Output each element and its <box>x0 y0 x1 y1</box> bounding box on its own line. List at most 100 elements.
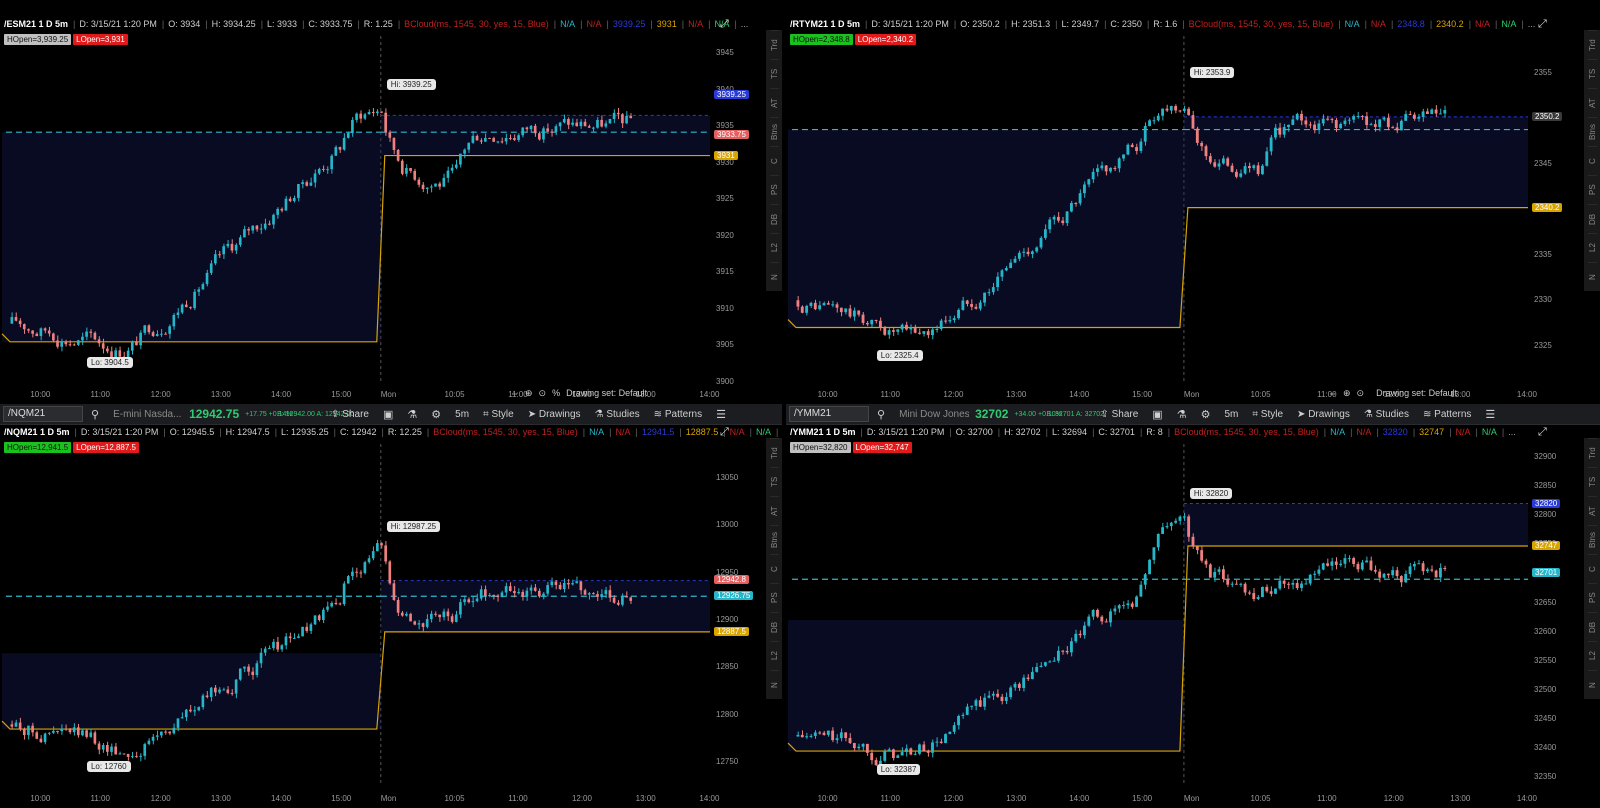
side-tab-l2[interactable]: L2 <box>769 641 779 670</box>
candle-body <box>1200 550 1204 561</box>
candle-body <box>363 562 367 573</box>
price-axis-label: 32650 <box>1534 597 1557 607</box>
time-axis-label: 14:00 <box>271 390 292 399</box>
candle-body <box>983 697 987 707</box>
candle-body <box>818 305 822 310</box>
drawing-set-selector[interactable]: Drawing set: Default <box>566 388 647 398</box>
price-chart[interactable] <box>0 16 782 404</box>
candle-body <box>500 141 504 143</box>
side-tab-ps[interactable]: PS <box>769 583 779 612</box>
price-chart[interactable] <box>0 404 782 808</box>
side-tab-db[interactable]: DB <box>1587 612 1597 641</box>
candle-body <box>922 331 926 334</box>
candle-body <box>130 341 134 351</box>
percent-toggle[interactable]: % <box>552 388 560 398</box>
candle-body <box>1070 202 1073 212</box>
price-axis[interactable]: 3290032850328003275032700326503260032550… <box>1532 404 1584 808</box>
side-tab-ts[interactable]: TS <box>769 59 779 88</box>
time-axis-label: 14:00 <box>271 794 292 803</box>
hi-callout: Hi: 32820 <box>1189 487 1233 499</box>
candle-body <box>1365 116 1369 125</box>
candle-body <box>1083 184 1086 194</box>
candle-body <box>529 125 533 130</box>
candle-body <box>1404 573 1408 583</box>
side-tab-ps[interactable]: PS <box>1587 583 1597 612</box>
side-tab-trd[interactable]: Trd <box>1587 30 1597 59</box>
side-tab-ts[interactable]: TS <box>1587 59 1597 88</box>
candle-body <box>492 595 495 597</box>
candle-body <box>81 730 84 736</box>
candle-body <box>1200 142 1204 147</box>
candle-body <box>1412 564 1416 567</box>
side-tab-at[interactable]: AT <box>1587 88 1597 117</box>
pan-icon[interactable]: ⇔ <box>1328 388 1337 398</box>
side-tab-trd[interactable]: Trd <box>769 438 779 467</box>
zoom-toggle-icon[interactable]: ⤢ <box>1538 426 1547 439</box>
side-tab-c[interactable]: C <box>769 554 779 583</box>
side-tab-at[interactable]: AT <box>1587 496 1597 525</box>
candle-body <box>600 594 603 597</box>
time-axis-label: 12:00 <box>150 794 171 803</box>
candle-body <box>870 319 874 325</box>
candle-body <box>280 645 284 650</box>
candle-body <box>1204 146 1208 157</box>
side-tab-n[interactable]: N <box>769 262 779 291</box>
side-tab-l2[interactable]: L2 <box>1587 233 1597 262</box>
candle-body <box>31 725 34 733</box>
side-tab-c[interactable]: C <box>769 146 779 175</box>
price-axis[interactable]: 23552350234523402335233023252350.22340.2 <box>1532 16 1584 404</box>
candle-body <box>1313 573 1316 575</box>
side-tab-db[interactable]: DB <box>769 612 779 641</box>
side-tab-db[interactable]: DB <box>769 204 779 233</box>
price-chart[interactable] <box>786 404 1600 808</box>
candle-body <box>371 551 375 559</box>
candle-body <box>1230 165 1234 172</box>
side-tab-btns[interactable]: Btns <box>769 525 779 554</box>
side-tab-btns[interactable]: Btns <box>1587 525 1597 554</box>
side-tab-at[interactable]: AT <box>769 88 779 117</box>
side-tab-btns[interactable]: Btns <box>769 117 779 146</box>
side-tab-btns[interactable]: Btns <box>1587 117 1597 146</box>
crosshair-icon[interactable]: ⊕ <box>525 388 533 398</box>
candle-body <box>39 738 43 743</box>
side-tab-ts[interactable]: TS <box>769 467 779 496</box>
side-tab-trd[interactable]: Trd <box>1587 438 1597 467</box>
side-tab-l2[interactable]: L2 <box>1587 641 1597 670</box>
zoom-icon[interactable]: ⊙ <box>1357 388 1365 398</box>
crosshair-icon[interactable]: ⊕ <box>1343 388 1351 398</box>
side-tab-c[interactable]: C <box>1587 146 1597 175</box>
zoom-toggle-icon[interactable]: ⤢ <box>720 18 729 31</box>
side-tab-n[interactable]: N <box>1587 670 1597 699</box>
price-axis-label: 3910 <box>716 303 734 313</box>
candle-body <box>122 753 126 755</box>
zoom-icon[interactable]: ⊙ <box>539 388 547 398</box>
zoom-toggle-icon[interactable]: ⤢ <box>1538 18 1547 31</box>
time-axis-label: 12:00 <box>1383 794 1404 803</box>
side-tab-ps[interactable]: PS <box>1587 175 1597 204</box>
side-tab-at[interactable]: AT <box>769 496 779 525</box>
side-tab-trd[interactable]: Trd <box>769 30 779 59</box>
candle-body <box>1295 113 1299 120</box>
candle-body <box>180 717 184 719</box>
candle-body <box>805 736 809 738</box>
side-tab-c[interactable]: C <box>1587 554 1597 583</box>
side-tab-l2[interactable]: L2 <box>769 233 779 262</box>
candle-body <box>475 598 479 602</box>
candle-body <box>818 732 822 734</box>
candle-body <box>1013 683 1017 688</box>
side-tab-db[interactable]: DB <box>1587 204 1597 233</box>
side-tab-n[interactable]: N <box>769 670 779 699</box>
pan-icon[interactable]: ⇔ <box>510 388 519 398</box>
candle-body <box>230 243 234 251</box>
price-axis-label: 32850 <box>1534 481 1557 491</box>
zoom-toggle-icon[interactable]: ⤢ <box>720 426 729 439</box>
side-tab-n[interactable]: N <box>1587 262 1597 291</box>
price-axis[interactable]: 13050 13000 12950 12900 12850 12800 12750 12942… <box>714 404 766 808</box>
candle-body <box>97 743 101 750</box>
drawing-set-selector[interactable]: Drawing set: Default <box>1376 388 1457 398</box>
candle-body <box>22 324 26 330</box>
price-axis[interactable]: 3945394039353930392539203915391039053900… <box>714 16 766 404</box>
side-tab-ps[interactable]: PS <box>769 175 779 204</box>
side-tab-ts[interactable]: TS <box>1587 467 1597 496</box>
candle-body <box>454 614 458 622</box>
